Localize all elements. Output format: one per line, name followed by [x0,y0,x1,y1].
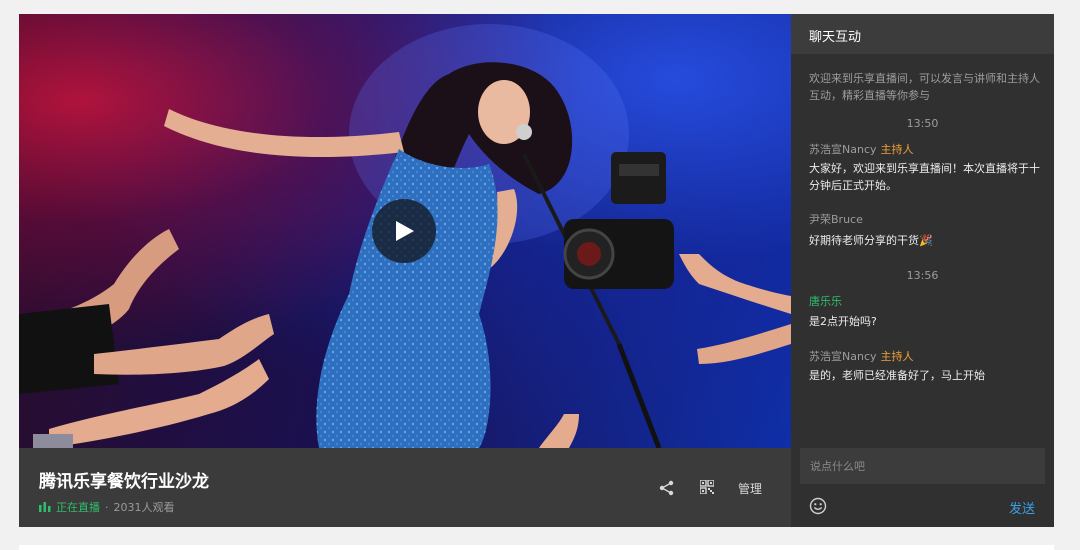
live-status-row: 正在直播 · 2031人观看 [39,499,175,515]
live-bars-icon [39,502,51,512]
message-time: 13:50 [906,117,939,130]
status-separator: · [105,500,109,514]
sender-name: 尹荣Bruce [809,213,863,226]
message-sender: 尹荣Bruce [809,211,863,227]
share-icon[interactable] [659,480,675,496]
message-text: 是2点开始吗? [809,315,877,328]
video-title: 腾讯乐享餐饮行业沙龙 [39,472,209,492]
message-text: 大家好，欢迎来到乐享直播间！本次直播将于十分钟后正式开始。 [809,162,1040,192]
video-player: 腾讯乐享餐饮行业沙龙 正在直播 · 2031人观看 管理 [19,14,791,527]
send-button[interactable]: 发送 [1009,498,1035,517]
play-icon [396,221,414,241]
live-status: 正在直播 [56,501,100,514]
message-time: 13:56 [906,269,939,282]
message-text: 是的，老师已经准备好了，马上开始 [809,369,985,382]
message-sender: 苏浩宣Nancy 主持人 [809,141,914,157]
chat-input[interactable] [800,448,1045,484]
message-sender: 唐乐乐 [809,293,842,309]
page-content-edge [19,545,1054,550]
chat-header: 聊天互动 [791,14,1054,54]
video-frame[interactable] [19,14,791,448]
manage-button[interactable]: 管理 [738,480,762,497]
message-text: 好期待老师分享的干货🎉 [809,234,933,247]
sender-name: 苏浩宣Nancy [809,350,877,363]
video-info-bar: 腾讯乐享餐饮行业沙龙 正在直播 · 2031人观看 管理 [19,448,791,527]
emoji-icon[interactable] [809,497,827,515]
host-badge: 主持人 [880,143,914,156]
chat-title: 聊天互动 [809,30,862,45]
play-button[interactable] [372,199,436,263]
chat-panel: 聊天互动 欢迎来到乐享直播间，可以发言与讲师和主持人互动，精彩直播等你参与 13… [791,14,1054,527]
welcome-message: 欢迎来到乐享直播间，可以发言与讲师和主持人互动，精彩直播等你参与 [809,72,1040,102]
host-badge: 主持人 [880,350,914,363]
sender-name: 苏浩宣Nancy [809,143,877,156]
sender-name: 唐乐乐 [809,295,842,308]
viewer-count: 2031人观看 [113,501,175,514]
message-sender: 苏浩宣Nancy 主持人 [809,348,914,364]
qrcode-icon[interactable] [700,480,714,494]
